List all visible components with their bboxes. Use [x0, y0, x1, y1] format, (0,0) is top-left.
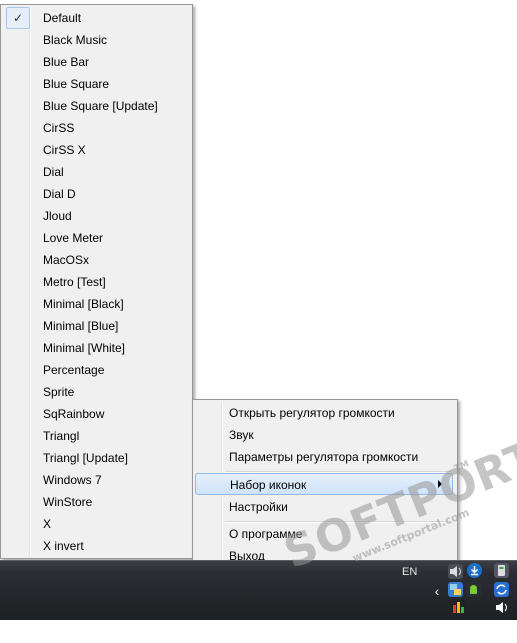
skin-menu-item[interactable]: Blue Bar: [3, 51, 189, 73]
skin-menu-item-label: X: [43, 517, 52, 531]
skin-menu-item-label: Minimal [Blue]: [43, 319, 119, 333]
tray-context-menu: Открыть регулятор громкости Звук Парамет…: [192, 399, 458, 568]
menu-item-label: Звук: [229, 428, 254, 442]
menu-item-volume-settings[interactable]: Параметры регулятора громкости: [195, 446, 453, 468]
skin-menu-item[interactable]: Dial: [3, 161, 189, 183]
skin-menu-item[interactable]: Metro [Test]: [3, 271, 189, 293]
sync-icon[interactable]: [494, 582, 509, 597]
menu-item-label: О программе: [229, 527, 303, 541]
skin-menu-item-label: Blue Square: [43, 77, 110, 91]
usb-device-icon[interactable]: [494, 563, 509, 578]
skin-menu-item-label: Triangl: [43, 429, 80, 443]
skin-menu-item[interactable]: Minimal [White]: [3, 337, 189, 359]
download-icon[interactable]: [467, 563, 482, 578]
menu-item-sound[interactable]: Звук: [195, 424, 453, 446]
skin-menu-item-label: Blue Square [Update]: [43, 99, 158, 113]
menu-item-settings[interactable]: Настройки: [195, 496, 453, 518]
skin-menu-item-label: Blue Bar: [43, 55, 90, 69]
skin-list-menu: ✓ Default Black Music Blue Bar Blue Square Bl…: [0, 4, 193, 559]
skin-menu-item-label: Windows 7: [43, 473, 102, 487]
skin-menu-item-label: Dial D: [43, 187, 76, 201]
skin-menu-item[interactable]: Percentage: [3, 359, 189, 381]
checkmark-icon: ✓: [6, 7, 30, 29]
menu-item-open-mixer[interactable]: Открыть регулятор громкости: [195, 402, 453, 424]
skin-menu-item-label: Love Meter: [43, 231, 104, 245]
menu-item-label: Открыть регулятор громкости: [229, 406, 395, 420]
skin-menu-item-label: Minimal [Black]: [43, 297, 124, 311]
skin-menu-item[interactable]: Jloud: [3, 205, 189, 227]
skin-menu-item[interactable]: ✓ Default: [3, 7, 189, 29]
submenu-arrow-icon: [438, 480, 442, 488]
menu-item-label: Набор иконок: [230, 478, 307, 492]
skin-menu-item[interactable]: Love Meter: [3, 227, 189, 249]
menu-item-about[interactable]: О программе: [195, 523, 453, 545]
skin-menu-item-label: Default: [43, 11, 82, 25]
skin-menu-item-label: Jloud: [43, 209, 72, 223]
skin-menu-item-label: Metro [Test]: [43, 275, 106, 289]
menu-item-label: Параметры регулятора громкости: [229, 450, 419, 464]
speaker-icon[interactable]: [448, 564, 463, 579]
skin-menu-item[interactable]: X invert: [3, 535, 189, 557]
skin-menu-item-label: Triangl [Update]: [43, 451, 128, 465]
skin-menu-item-label: WinStore: [43, 495, 93, 509]
skin-menu-item[interactable]: WinStore: [3, 491, 189, 513]
skin-menu-item[interactable]: Minimal [Blue]: [3, 315, 189, 337]
skin-menu-item[interactable]: Blue Square: [3, 73, 189, 95]
skin-menu-item[interactable]: SqRainbow: [3, 403, 189, 425]
skin-menu-item[interactable]: CirSS: [3, 117, 189, 139]
skin-menu-item[interactable]: Minimal [Black]: [3, 293, 189, 315]
skin-menu-item[interactable]: Blue Square [Update]: [3, 95, 189, 117]
show-hidden-icons-chevron-icon[interactable]: ‹: [432, 583, 442, 599]
skin-menu-item-label: Dial: [43, 165, 64, 179]
skin-menu-item[interactable]: MacOSx: [3, 249, 189, 271]
skin-menu-item[interactable]: Sprite: [3, 381, 189, 403]
skin-menu-item[interactable]: Dial D: [3, 183, 189, 205]
skin-menu-item-label: SqRainbow: [43, 407, 105, 421]
language-indicator[interactable]: EN: [402, 566, 417, 578]
skin-menu-item-label: MacOSx: [43, 253, 90, 267]
skin-menu-item[interactable]: Triangl: [3, 425, 189, 447]
skin-menu-item-label: CirSS: [43, 121, 75, 135]
skin-menu-item[interactable]: Triangl [Update]: [3, 447, 189, 469]
menu-item-icon-set[interactable]: Набор иконок: [195, 473, 453, 495]
skin-menu-item[interactable]: CirSS X: [3, 139, 189, 161]
skin-menu-item[interactable]: Black Music: [3, 29, 189, 51]
skin-menu-item-label: Percentage: [43, 363, 105, 377]
skin-menu-item-label: Black Music: [43, 33, 108, 47]
network-icon[interactable]: [448, 582, 463, 597]
skin-menu-item[interactable]: Windows 7: [3, 469, 189, 491]
skin-menu-item[interactable]: X: [3, 513, 189, 535]
skin-menu-item-label: X invert: [43, 539, 84, 553]
skin-menu-item-label: Minimal [White]: [43, 341, 126, 355]
android-icon[interactable]: [466, 582, 481, 597]
level-meter-icon[interactable]: [451, 599, 466, 614]
skin-menu-item-label: CirSS X: [43, 143, 86, 157]
menu-item-label: Настройки: [229, 500, 288, 514]
volume-icon[interactable]: [494, 600, 509, 615]
skin-menu-item-label: Sprite: [43, 385, 75, 399]
